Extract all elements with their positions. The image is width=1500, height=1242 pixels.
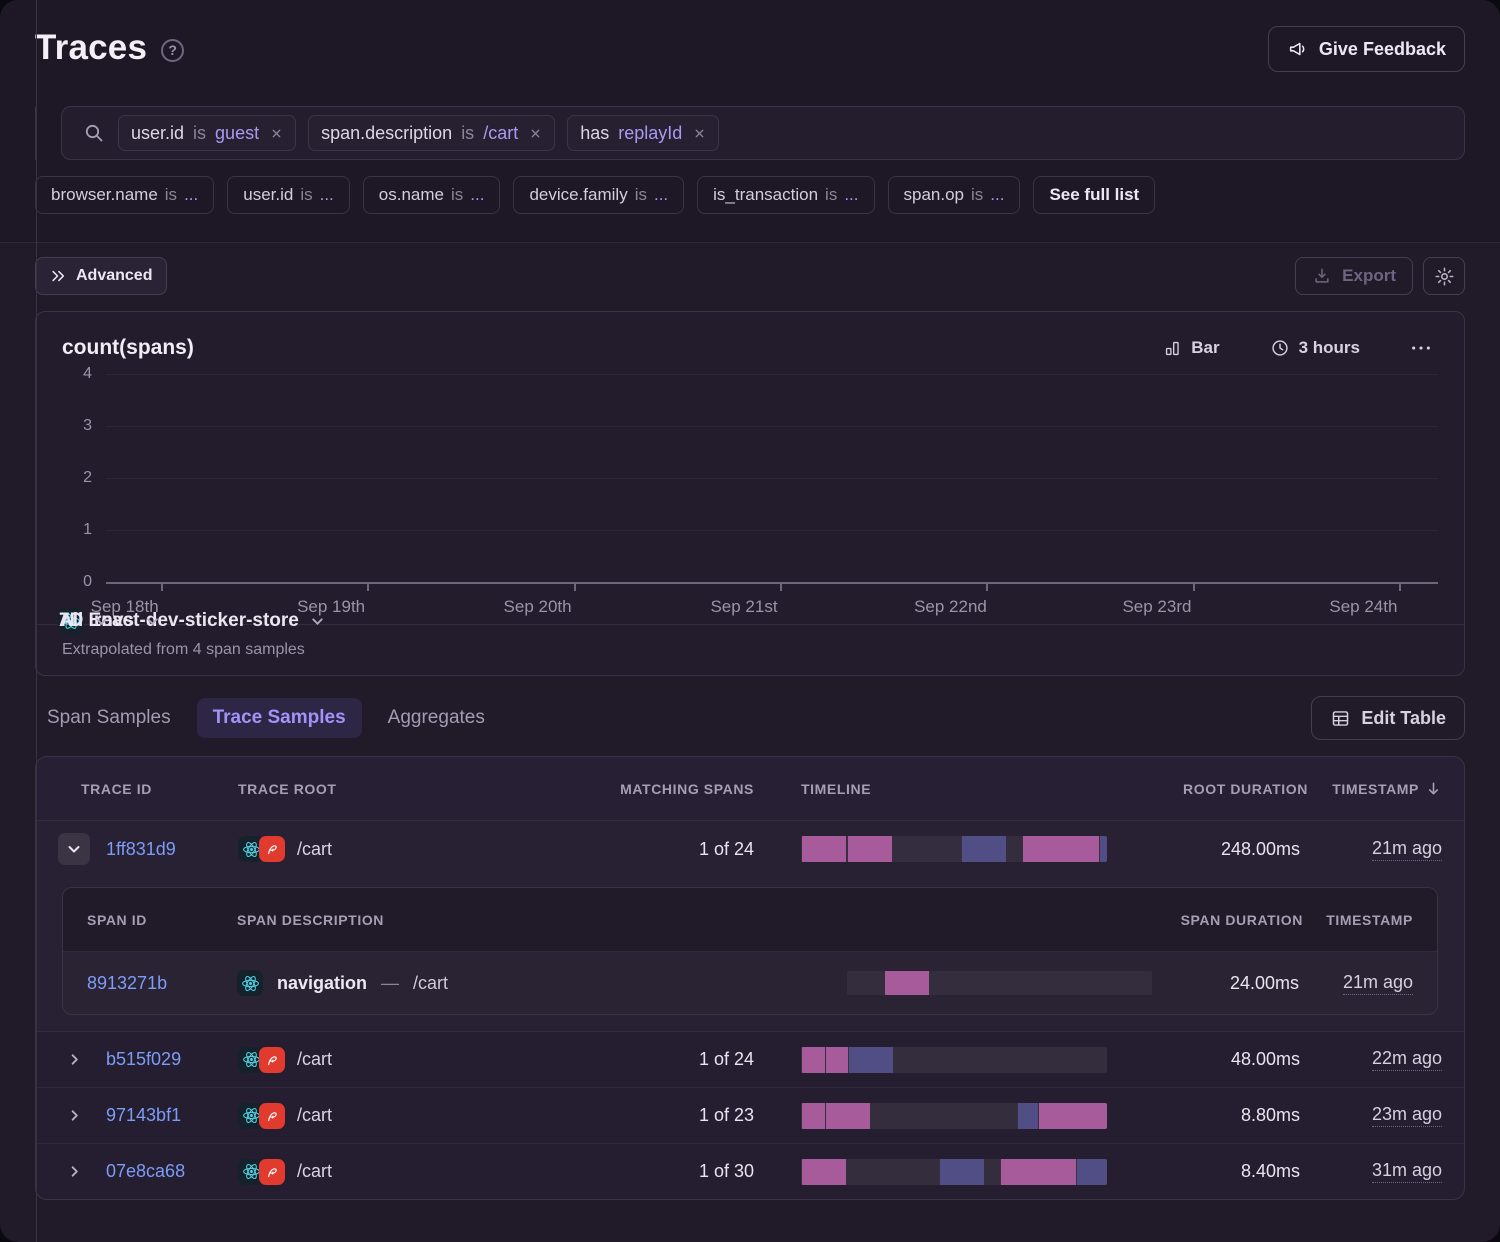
tab-aggregates[interactable]: Aggregates xyxy=(376,698,497,738)
y-axis-label: 4 xyxy=(83,365,92,383)
download-icon xyxy=(1312,266,1332,286)
column-header-timeline[interactable]: TIMELINE xyxy=(778,781,1158,797)
timeline-segment xyxy=(1022,836,1099,862)
x-axis-label: Sep 20th xyxy=(504,597,572,617)
timestamp-link[interactable]: 21m ago xyxy=(1343,972,1413,995)
filter-chip-replay-id[interactable]: has replayId xyxy=(567,115,719,151)
x-axis-tick xyxy=(161,584,163,591)
x-axis-tick xyxy=(780,584,782,591)
timeline-track xyxy=(847,971,1152,995)
chart-plot: 43210 xyxy=(36,366,1464,582)
quick-filter-os-name[interactable]: os.nameis... xyxy=(363,176,501,214)
timestamp-link[interactable]: 22m ago xyxy=(1372,1048,1442,1071)
timeline-segment xyxy=(1000,1159,1076,1185)
timeline-segment xyxy=(848,1047,893,1073)
matching-spans: 1 of 23 xyxy=(598,1105,778,1126)
timeline-segment xyxy=(802,836,846,862)
quick-filter-device-family[interactable]: device.familyis... xyxy=(513,176,684,214)
timeline-track xyxy=(801,1103,1107,1129)
close-icon[interactable] xyxy=(693,127,706,140)
x-axis-label: Sep 23rd xyxy=(1122,597,1191,617)
gridline xyxy=(106,426,1438,427)
clock-icon xyxy=(1270,338,1290,358)
timeline-segment xyxy=(802,1159,846,1185)
timeline-segment xyxy=(961,836,1006,862)
column-header-span-timestamp: TIMESTAMP xyxy=(1303,912,1413,928)
x-axis-label: Sep 18th xyxy=(91,597,159,617)
column-header-span-duration: SPAN DURATION xyxy=(1157,912,1303,928)
y-axis-label: 0 xyxy=(83,573,92,591)
give-feedback-button[interactable]: Give Feedback xyxy=(1268,26,1465,72)
chart-type-selector[interactable]: Bar xyxy=(1157,337,1225,359)
timeline-segment xyxy=(1038,1103,1107,1129)
timeline-track xyxy=(801,1047,1107,1073)
timeline-segment xyxy=(825,1103,870,1129)
gridline xyxy=(106,530,1438,531)
see-full-list-button[interactable]: See full list xyxy=(1033,176,1155,214)
span-description: /cart xyxy=(413,973,448,994)
x-axis-tick xyxy=(986,584,988,591)
root-duration: 248.00ms xyxy=(1158,839,1308,860)
quick-filter-is-transaction[interactable]: is_transactionis... xyxy=(697,176,874,214)
column-header-matching-spans[interactable]: MATCHING SPANS xyxy=(598,781,778,797)
sort-descending-icon xyxy=(1425,780,1442,797)
gridline xyxy=(106,478,1438,479)
page-header: Traces ? Give Feedback react-dev-stick xyxy=(0,0,1500,243)
x-axis-label: Sep 24th xyxy=(1329,597,1397,617)
timeline-track xyxy=(801,836,1107,862)
y-axis-label: 3 xyxy=(83,417,92,435)
chart-interval-selector[interactable]: 3 hours xyxy=(1264,337,1366,359)
root-duration: 48.00ms xyxy=(1158,1049,1308,1070)
span-duration: 24.00ms xyxy=(1157,973,1303,994)
x-axis-label: Sep 21st xyxy=(710,597,777,617)
edit-table-button[interactable]: Edit Table xyxy=(1311,696,1465,740)
chart-menu-button[interactable] xyxy=(1404,337,1438,359)
timeline-track xyxy=(801,1159,1107,1185)
separator: — xyxy=(381,973,399,994)
matching-spans: 1 of 24 xyxy=(598,1049,778,1070)
export-button[interactable]: Export xyxy=(1295,257,1413,295)
column-header-timestamp[interactable]: TIMESTAMP xyxy=(1308,780,1442,797)
x-axis-label: Sep 22nd xyxy=(914,597,987,617)
matching-spans: 1 of 30 xyxy=(598,1161,778,1182)
gear-icon xyxy=(1434,266,1455,287)
y-axis: 43210 xyxy=(54,374,106,582)
timestamp-link[interactable]: 23m ago xyxy=(1372,1104,1442,1127)
x-axis-tick xyxy=(1399,584,1401,591)
settings-button[interactable] xyxy=(1423,257,1465,295)
matching-spans: 1 of 24 xyxy=(598,839,778,860)
gridline xyxy=(106,374,1438,375)
x-axis-tick xyxy=(574,584,576,591)
bar-chart-icon xyxy=(1163,339,1182,358)
column-header-root-duration[interactable]: ROOT DURATION xyxy=(1158,781,1308,797)
traces-page: Traces ? Give Feedback react-dev-stick xyxy=(0,0,1500,1242)
timestamp-link[interactable]: 21m ago xyxy=(1372,838,1442,861)
timeline-segment xyxy=(885,971,929,995)
timeline-segment xyxy=(939,1159,984,1185)
x-axis-label: Sep 19th xyxy=(297,597,365,617)
y-axis-label: 2 xyxy=(83,469,92,487)
y-axis-label: 1 xyxy=(83,521,92,539)
timeline-segment xyxy=(1099,836,1107,862)
root-duration: 8.80ms xyxy=(1158,1105,1308,1126)
ellipsis-icon xyxy=(1410,338,1432,358)
x-axis-tick xyxy=(367,584,369,591)
table-icon xyxy=(1330,708,1351,729)
quick-filter-span-op[interactable]: span.opis... xyxy=(888,176,1021,214)
timeline-segment xyxy=(1076,1159,1107,1185)
page-filter-bar: react-dev-sticker-store All Envs 7D xyxy=(35,106,37,160)
close-icon[interactable] xyxy=(529,127,542,140)
timeline-segment xyxy=(847,836,892,862)
megaphone-icon xyxy=(1287,38,1309,60)
timestamp-link[interactable]: 31m ago xyxy=(1372,1160,1442,1183)
root-duration: 8.40ms xyxy=(1158,1161,1308,1182)
x-axis-tick xyxy=(1193,584,1195,591)
x-axis: Sep 18thSep 19thSep 20thSep 21stSep 22nd… xyxy=(106,582,1438,624)
